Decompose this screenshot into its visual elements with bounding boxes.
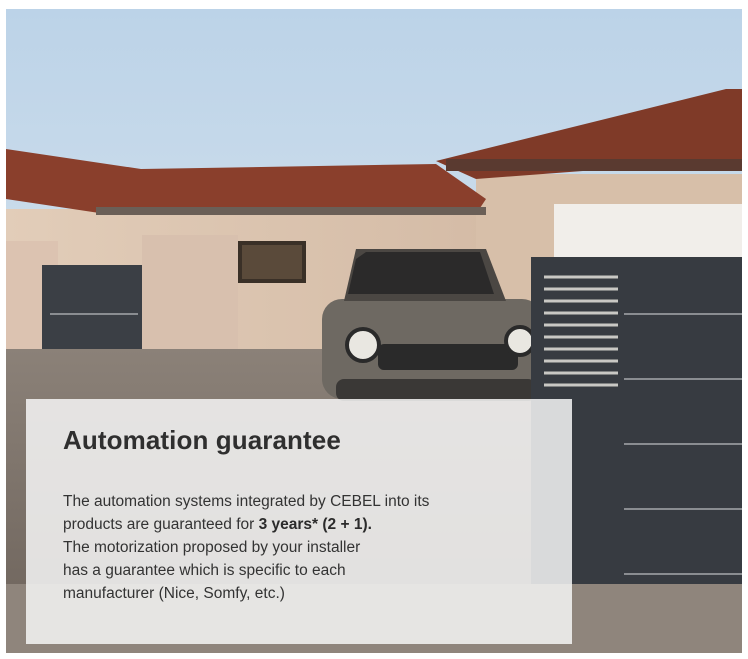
guarantee-description: The automation systems integrated by CEB…: [63, 490, 543, 605]
hero-image-frame: Automation guarantee The automation syst…: [6, 9, 742, 653]
description-line-3: The motorization proposed by your instal…: [63, 539, 361, 556]
description-line-4: has a guarantee which is specific to eac…: [63, 562, 346, 579]
description-line-2: products are guaranteed for 3 years* (2 …: [63, 513, 543, 536]
guarantee-info-card: Automation guarantee The automation syst…: [26, 399, 572, 644]
description-line-1: The automation systems integrated by CEB…: [63, 493, 430, 510]
section-title: Automation guarantee: [63, 425, 341, 455]
guarantee-duration: 3 years* (2 + 1).: [258, 516, 372, 533]
description-line-5: manufacturer (Nice, Somfy, etc.): [63, 585, 285, 602]
description-line-2-text: products are guaranteed for: [63, 516, 259, 533]
